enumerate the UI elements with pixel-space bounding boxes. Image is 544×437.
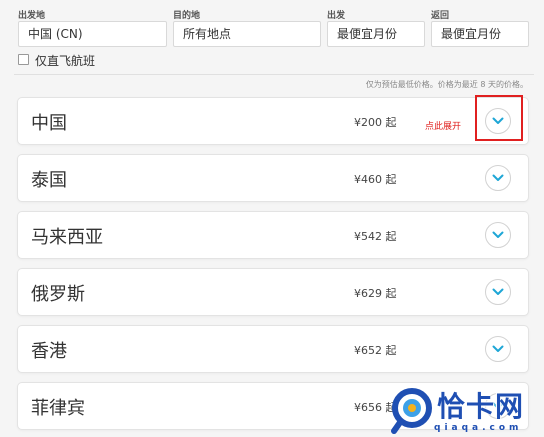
- watermark-url: qiaqa.com: [434, 423, 523, 433]
- watermark-brand: 恰卡网: [437, 390, 525, 423]
- chevron-down-icon: [492, 174, 504, 181]
- annotation-highlight-box: [475, 95, 523, 141]
- annotation-hint: 点此展开: [425, 122, 462, 132]
- destination-price: ¥200 起: [354, 116, 397, 129]
- return-field[interactable]: 最便宜月份: [431, 21, 529, 47]
- destination-name: 泰国: [31, 170, 67, 191]
- destination-name: 香港: [31, 341, 67, 362]
- destination-name: 菲律宾: [31, 398, 85, 419]
- watermark: 恰卡网 qiaqa.com: [388, 380, 544, 437]
- expand-button[interactable]: [485, 336, 511, 362]
- destination-name: 俄罗斯: [31, 284, 85, 305]
- origin-label: 出发地: [18, 11, 46, 21]
- destination-name: 马来西亚: [31, 227, 103, 248]
- depart-label: 出发: [327, 11, 346, 21]
- destination-price: ¥542 起: [354, 230, 397, 243]
- destination-price: ¥629 起: [354, 287, 397, 300]
- destination-card[interactable]: 俄罗斯 ¥629 起: [17, 268, 529, 316]
- destination-price: ¥460 起: [354, 173, 397, 186]
- destination-label: 目的地: [173, 11, 201, 21]
- destination-card[interactable]: 泰国 ¥460 起: [17, 154, 529, 202]
- destination-card[interactable]: 马来西亚 ¥542 起: [17, 211, 529, 259]
- direct-only-label[interactable]: 仅直飞航班: [35, 52, 95, 69]
- destination-name: 中国: [31, 113, 67, 134]
- destination-price: ¥652 起: [354, 344, 397, 357]
- destination-field[interactable]: 所有地点: [173, 21, 321, 47]
- direct-only-checkbox[interactable]: [18, 54, 29, 65]
- expand-button[interactable]: [485, 165, 511, 191]
- chevron-down-icon: [492, 288, 504, 295]
- magnifier-logo-icon: [391, 388, 432, 434]
- search-bar: 出发地 中国 (CN) 目的地 所有地点 出发 最便宜月份 返回 最便宜月份 仅…: [0, 0, 544, 96]
- expand-button[interactable]: [485, 222, 511, 248]
- chevron-down-icon: [492, 231, 504, 238]
- origin-field[interactable]: 中国 (CN): [18, 21, 167, 47]
- return-label: 返回: [431, 11, 450, 21]
- destination-card[interactable]: 香港 ¥652 起: [17, 325, 529, 373]
- depart-field[interactable]: 最便宜月份: [327, 21, 425, 47]
- chevron-down-icon: [492, 345, 504, 352]
- expand-button[interactable]: [485, 279, 511, 305]
- divider: [14, 74, 534, 75]
- price-note: 仅为预估最低价格。价格为最近 8 天的价格。: [365, 80, 528, 89]
